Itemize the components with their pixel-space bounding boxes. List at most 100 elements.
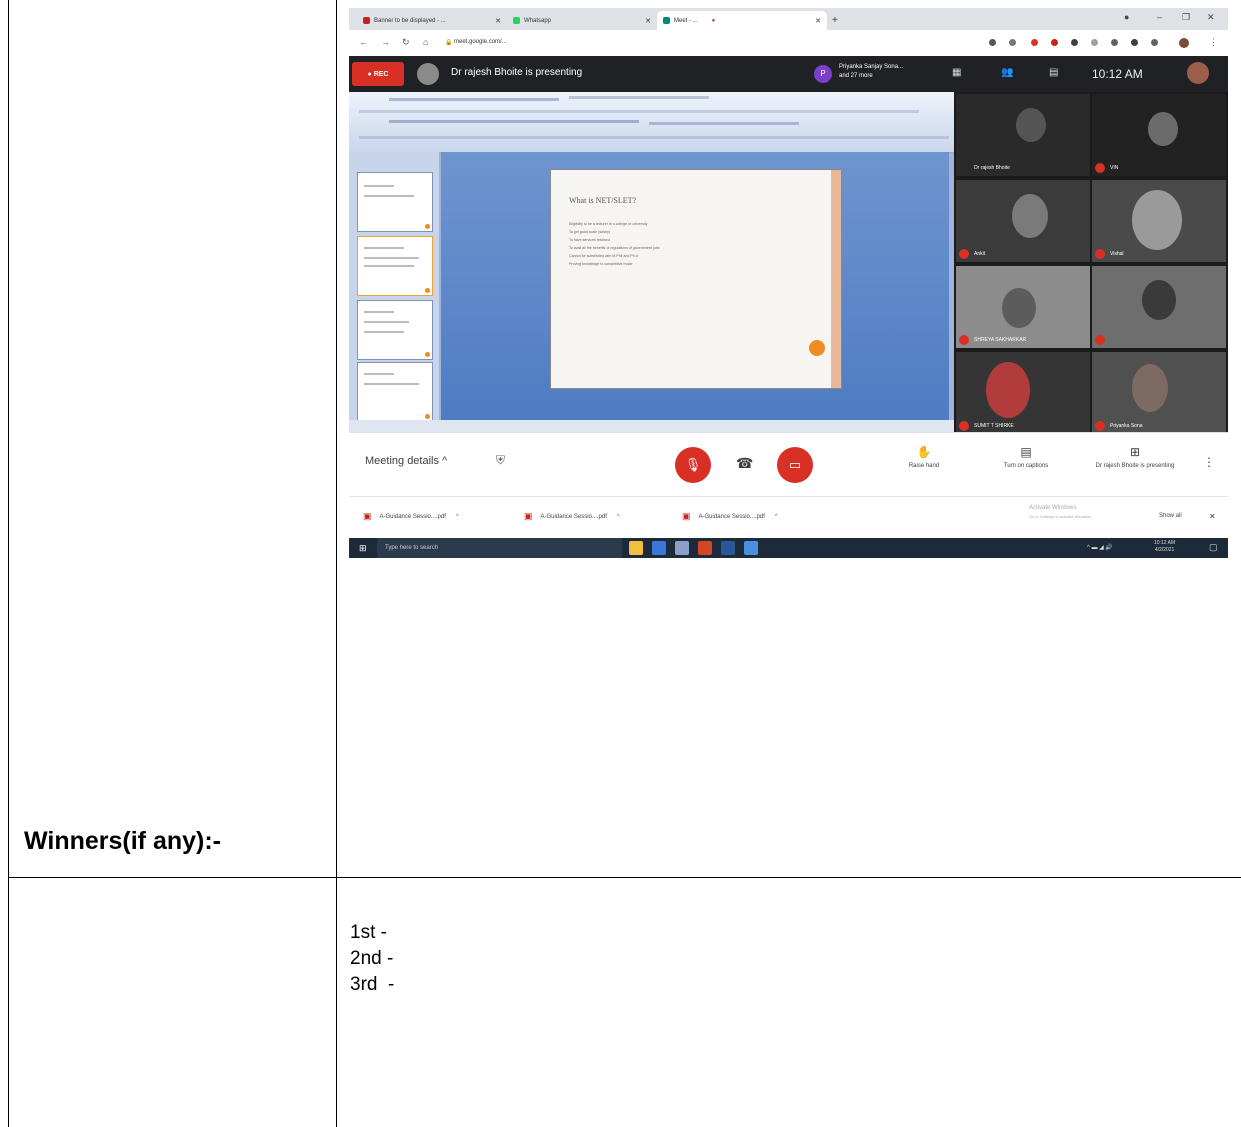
hang-up-icon[interactable]: ☎: [736, 455, 753, 472]
participant-name: Ankit: [974, 251, 986, 257]
slide-thumbnail[interactable]: [357, 236, 433, 296]
word-icon[interactable]: [721, 541, 735, 555]
meet-controls: Meeting details ^ ⛨ 🎙 ☎ ▭ ✋ Raise hand ▤…: [349, 432, 1228, 497]
participants-avatar[interactable]: P: [814, 65, 832, 83]
address-bar: ← → ↻ ⌂ 🔒 meet.google.com/... ⋮: [349, 30, 1228, 57]
participant-tile: Dr rajesh Bhoite: [956, 94, 1090, 176]
avatar[interactable]: [1187, 62, 1209, 84]
chevron-up-icon[interactable]: ^: [617, 514, 620, 520]
extension-icon[interactable]: [989, 39, 996, 46]
captions-button[interactable]: ▤ Turn on captions: [986, 445, 1066, 469]
profile-icon[interactable]: ●: [1124, 12, 1129, 22]
star-icon[interactable]: [1009, 39, 1016, 46]
recording-badge: ● REC: [352, 62, 404, 86]
activate-windows-subtitle: Go to Settings to activate Windows.: [1029, 514, 1093, 519]
download-filename: A-Guidance Sessio....pdf: [698, 513, 765, 520]
download-filename: A-Guidance Sessio....pdf: [540, 513, 607, 520]
extension-icon[interactable]: [1091, 39, 1098, 46]
extension-icon[interactable]: [1111, 39, 1118, 46]
slide-thumbnail[interactable]: [357, 172, 433, 232]
participant-tile: Vishal: [1092, 180, 1226, 262]
tab-label: Banner to be displayed - ...: [374, 17, 446, 24]
slide-thumbnail[interactable]: [357, 362, 433, 422]
menu-icon[interactable]: ⋮: [1209, 37, 1218, 48]
browser-tab[interactable]: Whatsapp ✕: [507, 11, 657, 30]
mic-toggle-button[interactable]: 🎙: [675, 447, 711, 483]
participant-name: Vishal: [1110, 251, 1124, 257]
extension-icon[interactable]: [1131, 39, 1138, 46]
extension-icon[interactable]: [1051, 39, 1058, 46]
avatar[interactable]: [1179, 38, 1189, 48]
maximize-button[interactable]: ❐: [1182, 12, 1190, 23]
download-item[interactable]: ▣ A-Guidance Sessio....pdf ^: [524, 511, 620, 522]
close-icon[interactable]: ✕: [815, 17, 821, 25]
layout-icon[interactable]: ▦: [952, 67, 961, 78]
participant-tile: Priyanka Sona: [1092, 352, 1226, 434]
more-options-icon[interactable]: ⋮: [1203, 455, 1215, 469]
slide-thumbnail[interactable]: [357, 300, 433, 360]
system-tray[interactable]: ^ ▬ ◢ 🔊: [1087, 544, 1113, 551]
mic-off-icon: [1095, 249, 1105, 259]
slide-bullet: Eligibility to be a lecturer in a colleg…: [569, 222, 648, 226]
pdf-icon: ▣: [682, 511, 691, 521]
mic-off-icon: [959, 335, 969, 345]
file-explorer-icon[interactable]: [629, 541, 643, 555]
close-window-button[interactable]: ✕: [1207, 12, 1215, 23]
camera-toggle-button[interactable]: ▭: [777, 447, 813, 483]
lock-icon: 🔒: [445, 40, 453, 46]
reload-icon[interactable]: ↻: [402, 37, 410, 48]
windows-start-icon[interactable]: ⊞: [359, 543, 369, 553]
app-icon[interactable]: [744, 541, 758, 555]
slide-marker: [809, 340, 825, 356]
slide-bullet: To get good scale (salary): [569, 230, 611, 234]
chevron-up-icon[interactable]: ^: [456, 514, 459, 520]
url-field[interactable]: meet.google.com/...: [454, 39, 507, 45]
pdf-icon: ▣: [524, 511, 533, 521]
notification-icon[interactable]: ▢: [1209, 542, 1218, 553]
show-all-button[interactable]: Show all: [1159, 513, 1182, 519]
taskbar-clock[interactable]: 10:12 AM 4/2/2021: [1154, 540, 1175, 554]
mic-off-icon: [1095, 163, 1105, 173]
shield-icon[interactable]: ⛨: [496, 453, 505, 468]
close-icon[interactable]: ✕: [1209, 512, 1216, 521]
chevron-up-icon[interactable]: ^: [775, 514, 778, 520]
new-tab-button[interactable]: +: [829, 11, 845, 30]
forward-icon[interactable]: →: [381, 37, 390, 47]
close-icon[interactable]: ✕: [645, 17, 651, 25]
powerpoint-icon[interactable]: [698, 541, 712, 555]
participant-name: Dr rajesh Bhoite: [974, 165, 1010, 171]
hand-icon: ✋: [916, 445, 932, 459]
meeting-details-button[interactable]: Meeting details ^: [365, 455, 447, 467]
extension-icon[interactable]: [1071, 39, 1078, 46]
extension-icon[interactable]: [1151, 39, 1158, 46]
taskbar-time: 10:12 AM: [1154, 540, 1176, 546]
mail-icon[interactable]: [675, 541, 689, 555]
recording-dot-icon: ●: [711, 17, 716, 24]
powerpoint-ribbon: [349, 92, 954, 153]
meet-icon: [663, 17, 670, 24]
first-place: 1st -: [350, 922, 387, 943]
raise-hand-button[interactable]: ✋ Raise hand: [884, 445, 964, 469]
mail-icon: [363, 17, 370, 24]
browser-tab-active[interactable]: Meet - ... ● ✕: [657, 11, 827, 30]
chat-icon[interactable]: ▤: [1049, 67, 1058, 78]
download-item[interactable]: ▣ A-Guidance Sessio....pdf ^: [682, 511, 778, 522]
captions-icon: ▤: [1020, 445, 1032, 459]
pdf-icon: ▣: [363, 511, 372, 521]
presenting-button[interactable]: ⊞ Dr rajesh Bhoite is presenting: [1095, 445, 1175, 469]
minimize-button[interactable]: –: [1157, 12, 1162, 22]
store-icon[interactable]: [652, 541, 666, 555]
close-icon[interactable]: ✕: [495, 17, 501, 25]
presenter-status: Dr rajesh Bhoite is presenting: [451, 67, 583, 78]
download-item[interactable]: ▣ A-Guidance Sessio....pdf ^: [363, 511, 459, 522]
people-icon[interactable]: 👥: [1001, 67, 1013, 78]
participant-name: Priyanka Sanjay Sona...: [839, 64, 904, 70]
back-icon[interactable]: ←: [359, 37, 368, 47]
taskbar-search[interactable]: Type here to search: [377, 538, 622, 558]
extension-icon[interactable]: [1031, 39, 1038, 46]
browser-tab[interactable]: Banner to be displayed - ... ✕: [357, 11, 507, 30]
slide-bullet: To avail all the benefits of regulations…: [569, 246, 660, 250]
participants-summary[interactable]: Priyanka Sanjay Sona... and 27 more: [839, 63, 903, 81]
winners-label: Winners(if any):-: [24, 827, 221, 855]
home-icon[interactable]: ⌂: [423, 37, 428, 47]
